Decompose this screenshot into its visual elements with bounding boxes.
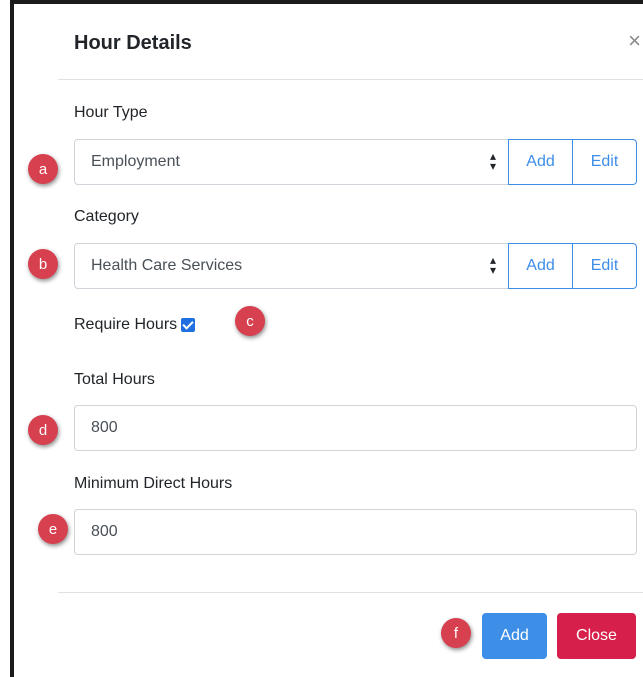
minimum-direct-hours-label: Minimum Direct Hours (74, 475, 233, 492)
close-icon[interactable]: × (628, 30, 641, 52)
annotation-marker-a: a (28, 154, 58, 184)
close-button[interactable]: Close (557, 613, 636, 659)
sort-caret-icon: ▴ ▾ (489, 149, 496, 173)
modal-footer-divider (58, 592, 643, 593)
modal-title: Hour Details (74, 32, 192, 54)
hour-type-group: Employment ▴ ▾ Add Edit (74, 139, 637, 185)
category-edit-button[interactable]: Edit (572, 243, 637, 289)
annotation-marker-c: c (235, 306, 265, 336)
hour-type-selected-value: Employment (91, 153, 180, 170)
minimum-direct-hours-input[interactable]: 800 (74, 509, 637, 555)
hour-details-modal: Hour Details × Hour Type a Employment ▴ ▾… (14, 4, 643, 677)
hour-type-add-button[interactable]: Add (508, 139, 573, 185)
sort-caret-icon: ▴ ▾ (489, 253, 496, 277)
hour-type-edit-button[interactable]: Edit (572, 139, 637, 185)
total-hours-label: Total Hours (74, 371, 155, 388)
require-hours-row: Require Hours (74, 314, 196, 336)
annotation-marker-e: e (38, 514, 68, 544)
require-hours-checkbox[interactable] (181, 318, 196, 332)
hour-type-label: Hour Type (74, 104, 148, 121)
total-hours-input[interactable]: 800 (74, 405, 637, 451)
require-hours-label: Require Hours (74, 316, 178, 333)
category-label: Category (74, 208, 139, 225)
category-selected-value: Health Care Services (91, 257, 243, 274)
category-group: Health Care Services ▴ ▾ Add Edit (74, 243, 637, 289)
annotation-marker-b: b (28, 249, 58, 279)
screenshot-frame: Hour Details × Hour Type a Employment ▴ ▾… (0, 0, 643, 677)
category-add-button[interactable]: Add (508, 243, 573, 289)
annotation-marker-f: f (441, 618, 471, 648)
add-button[interactable]: Add (482, 613, 547, 659)
category-select[interactable]: Health Care Services ▴ ▾ (74, 243, 509, 289)
modal-header: Hour Details × (58, 4, 643, 80)
hour-type-select[interactable]: Employment ▴ ▾ (74, 139, 509, 185)
annotation-marker-d: d (28, 415, 58, 445)
